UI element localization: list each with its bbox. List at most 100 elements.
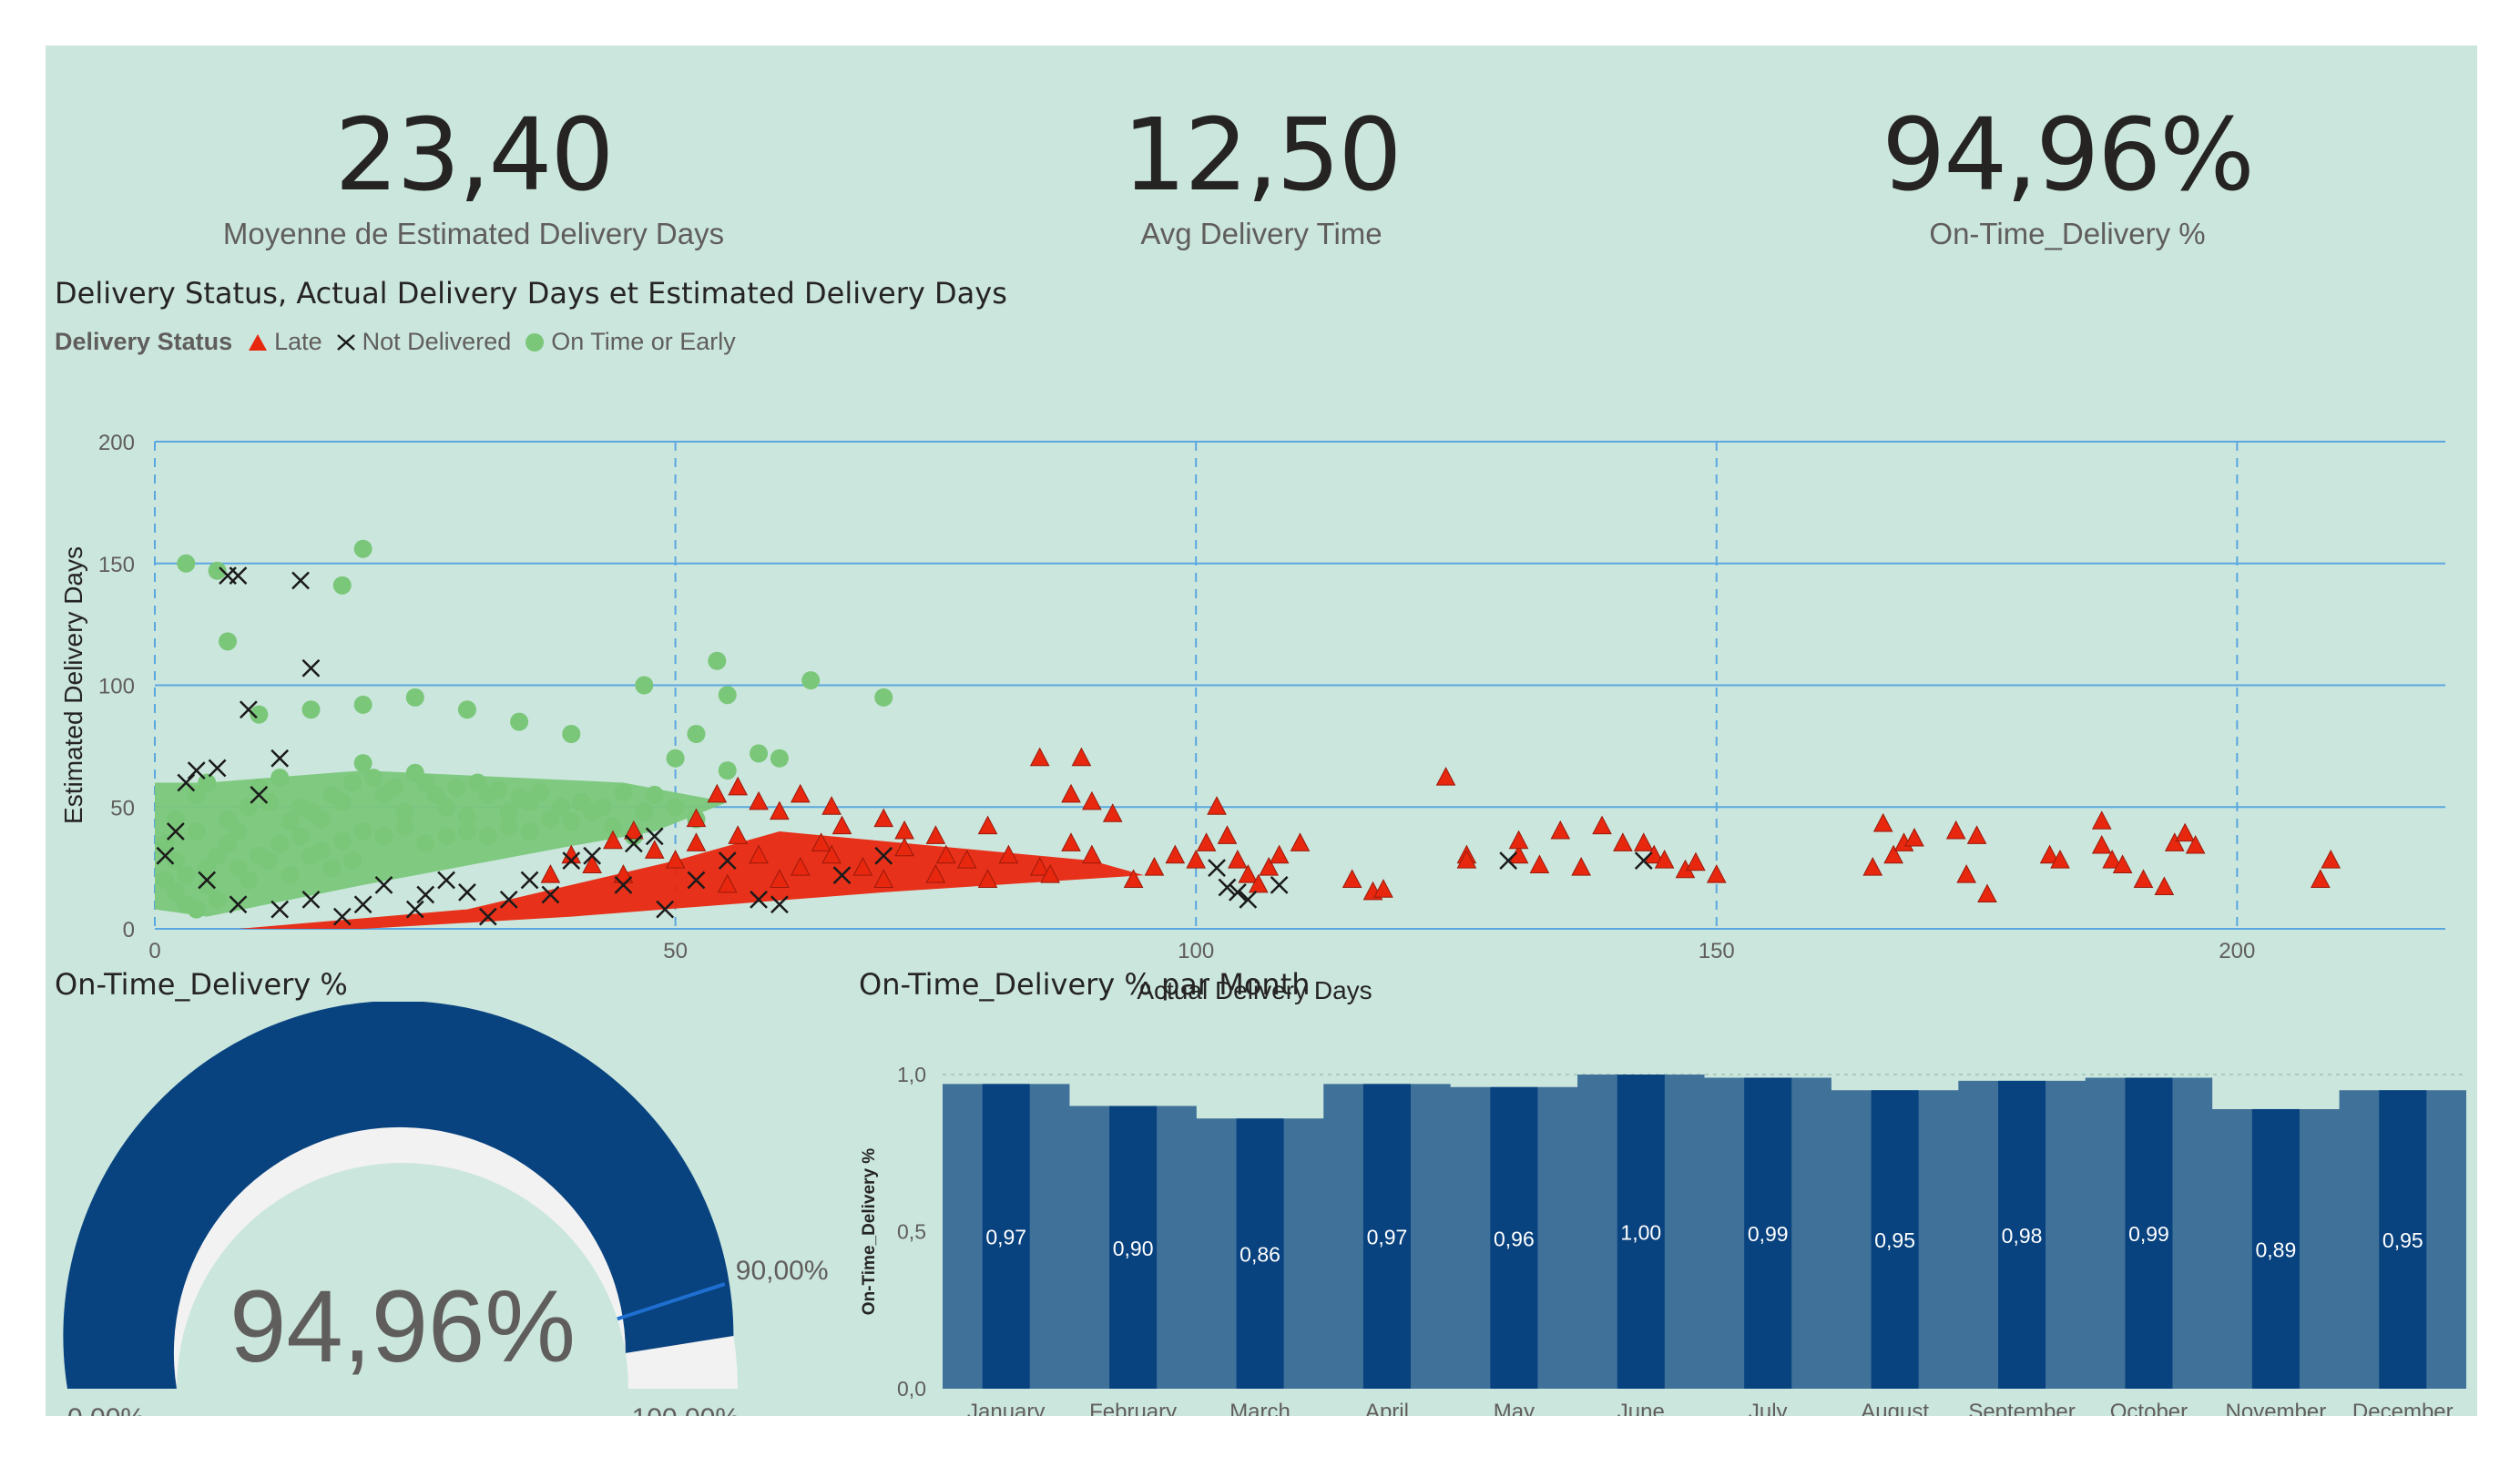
x-tick-label: 0 [148,939,160,963]
gauge-chart[interactable]: 94,96% 0,00% 100,00% 90,00% [46,1002,856,1416]
on-time-point [645,785,664,804]
kpi-card-on-time-pct[interactable]: 94,96% On-Time_Delivery % [1703,100,2432,251]
late-point [1144,857,1165,876]
bar-value-label: 1,00 [1620,1221,1661,1245]
bar-value-label: 0,86 [1240,1243,1280,1267]
late-point [540,864,561,883]
late-point [1071,747,1092,767]
legend-item-not-delivered[interactable]: Not Delivered [335,328,511,356]
late-point [977,815,998,835]
on-time-point [416,834,435,853]
late-point [1290,832,1311,851]
late-point [1228,850,1248,869]
late-point [1082,844,1102,864]
on-time-point [208,890,227,909]
gauge-min-label: 0,00% [67,1403,145,1416]
late-point [1435,767,1456,786]
late-point [1082,790,1102,810]
x-tick-label: November [2226,1400,2327,1416]
bar-value-label: 0,98 [2002,1224,2043,1248]
late-point [1207,796,1227,815]
y-tick-label: 0 [123,918,135,942]
on-time-point [635,802,654,821]
late-point [821,796,842,815]
on-time-point [718,761,737,780]
x-tick-label: March [1229,1400,1291,1416]
late-point [1571,857,1591,876]
y-tick-label: 100 [98,675,135,699]
gauge-max-label: 100,00% [632,1403,740,1416]
late-point [894,820,914,840]
kpi-value: 94,96% [1882,97,2254,213]
y-tick-label: 200 [98,431,135,455]
gauge-value: 94,96% [230,1269,576,1383]
kpi-card-estimated-days[interactable]: 23,40 Moyenne de Estimated Delivery Days [109,100,838,251]
on-time-point [353,754,372,773]
on-time-point [281,812,300,831]
y-tick-label: 50 [110,796,135,820]
not-delivered-point [301,658,321,678]
late-point [1633,832,1654,851]
on-time-point [593,798,612,817]
dashboard-canvas: 23,40 Moyenne de Estimated Delivery Days… [46,46,2477,1416]
scatter-chart[interactable]: 0501001502000 50 100 150 200Actual Delivery … [46,382,2477,1020]
x-tick-label: June [1617,1400,1665,1416]
bar-chart-title: On-Time_Delivery % par Month [859,967,1311,1002]
on-time-point [260,851,279,871]
legend-label: Late [274,328,322,355]
late-point [1186,850,1207,869]
bar-value-label: 0,96 [1494,1227,1535,1250]
late-point [873,808,894,828]
gauge-title: On-Time_Delivery % [55,967,348,1002]
late-point [1686,851,1706,871]
x-tick-label: 150 [1699,939,1735,963]
legend-item-on-time[interactable]: On Time or Early [524,328,736,356]
kpi-card-avg-delivery-time[interactable]: 12,50 Avg Delivery Time [897,100,1626,251]
late-point [1966,825,1987,844]
late-point [1061,783,1081,803]
on-time-point [187,900,206,919]
late-point [1269,844,1290,864]
on-time-point [437,827,456,846]
monthly-area-band [943,1075,2466,1389]
on-time-point [708,651,727,670]
not-delivered-point [270,900,290,919]
on-time-point [405,688,424,707]
on-time-point [364,769,383,788]
on-time-point [239,871,258,890]
gauge-target-label: 90,00% [736,1256,829,1286]
kpi-value: 23,40 [334,97,615,213]
x-tick-label: April [1365,1400,1409,1416]
monthly-bar-chart[interactable]: 0,0 0,5 1,0 0,97 January 0,90 February 0,86 Marc… [856,1002,2477,1416]
legend-item-late[interactable]: Late [247,328,322,356]
late-point [831,815,852,835]
on-time-point [801,671,821,690]
on-time-point [687,725,706,743]
kpi-label: Moyenne de Estimated Delivery Days [222,217,725,250]
x-tick-label: September [1968,1400,2075,1416]
on-time-point [353,539,372,558]
kpi-label: Avg Delivery Time [1140,217,1382,250]
late-point [1529,854,1550,873]
on-time-point [301,802,321,821]
bar-value-label: 0,95 [1874,1228,1915,1252]
on-time-point [270,769,290,788]
late-point [1342,869,1362,888]
on-time-point [614,783,633,802]
late-point [925,825,946,844]
on-time-point [281,866,300,885]
on-time-point [750,744,769,763]
on-time-point [405,763,424,782]
x-tick-label: 100 [1178,939,1214,963]
x-tick-label: 200 [2219,939,2255,963]
x-tick-label: December [2352,1400,2454,1416]
on-time-point [177,554,196,573]
not-delivered-point [187,761,206,780]
on-time-point [291,827,311,846]
circle-icon [525,332,545,352]
late-point [790,783,811,803]
late-point [2091,834,2112,854]
on-time-point [219,632,238,651]
not-delivered-point [1239,891,1258,909]
bar-value-label: 0,95 [2382,1228,2423,1252]
